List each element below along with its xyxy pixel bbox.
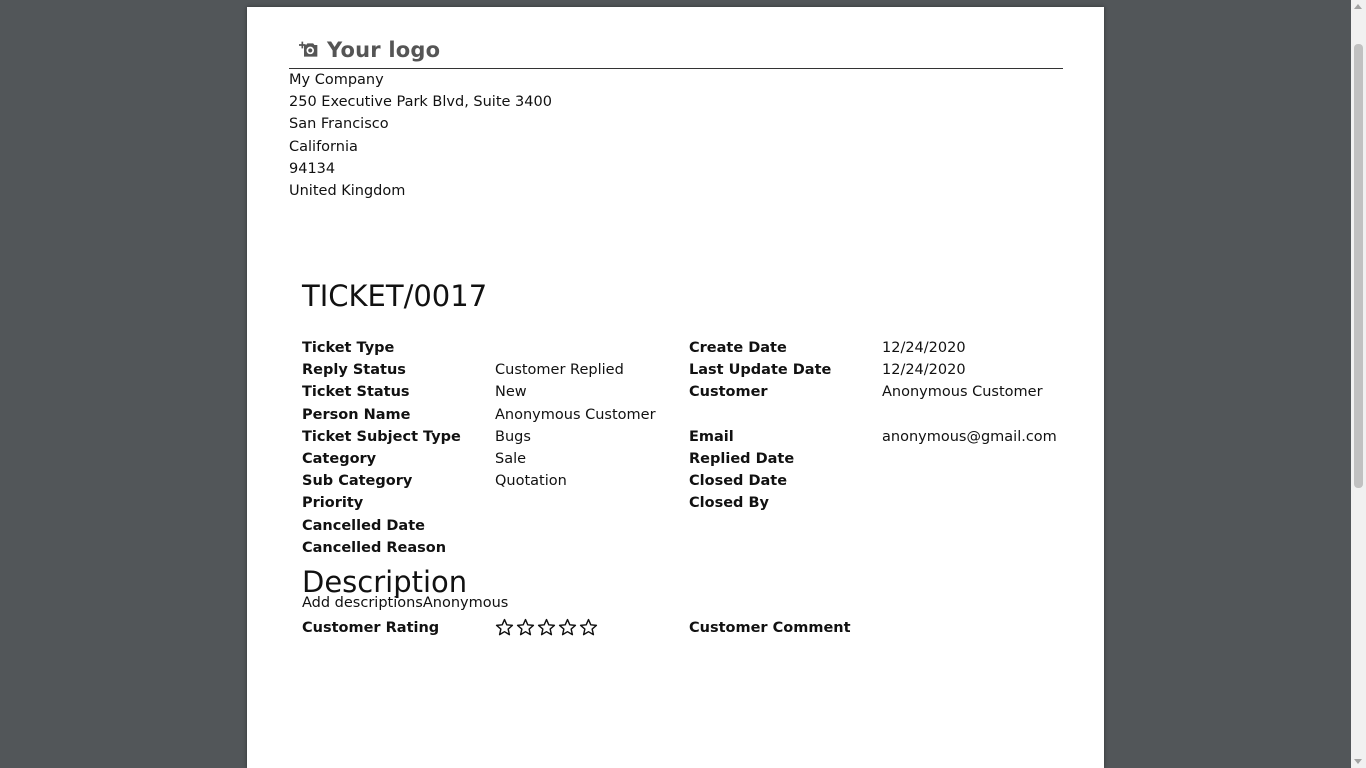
category-label: Category: [302, 450, 377, 467]
email-label: Email: [689, 428, 734, 445]
star-icon[interactable]: [579, 618, 600, 638]
customer-label: Customer: [689, 384, 768, 401]
scrollbar[interactable]: [1351, 0, 1366, 768]
email-value: anonymous@gmail.com: [882, 428, 1057, 445]
closed-by-label: Closed By: [689, 495, 769, 512]
company-state: California: [289, 138, 358, 155]
description-text: Add descriptionsAnonymous: [302, 595, 509, 611]
category-value: Sale: [495, 450, 527, 467]
subject-type-label: Ticket Subject Type: [302, 428, 461, 445]
create-date-value: 12/24/2020: [882, 340, 966, 356]
ticket-number: TICKET/0017: [302, 279, 488, 313]
sub-category-value: Quotation: [495, 473, 567, 490]
sub-category-label: Sub Category: [302, 473, 413, 490]
star-icon[interactable]: [558, 618, 579, 638]
scroll-down-icon[interactable]: [1354, 759, 1362, 764]
company-country: United Kingdom: [289, 183, 406, 200]
person-name-value: Anonymous Customer: [495, 406, 656, 423]
subject-type-value: Bugs: [495, 428, 531, 445]
star-icon[interactable]: [516, 618, 537, 638]
priority-label: Priority: [302, 495, 364, 512]
replied-date-label: Replied Date: [689, 450, 795, 467]
last-update-date-label: Last Update Date: [689, 362, 832, 379]
company-address: My Company 250 Executive Park Blvd, Suit…: [289, 69, 552, 202]
company-name: My Company: [289, 72, 384, 88]
create-date-label: Create Date: [689, 340, 787, 356]
scroll-up-icon[interactable]: [1354, 4, 1362, 9]
last-update-date-value: 12/24/2020: [882, 362, 966, 379]
company-street: 250 Executive Park Blvd, Suite 3400: [289, 94, 552, 111]
ticket-status-value: New: [495, 384, 527, 401]
camera-plus-icon: [299, 41, 318, 57]
rating-stars: [495, 618, 600, 638]
company-zip: 94134: [289, 160, 336, 177]
star-icon[interactable]: [537, 618, 558, 638]
closed-date-label: Closed Date: [689, 473, 788, 490]
ticket-status-label: Ticket Status: [302, 384, 410, 401]
ticket-type-label: Ticket Type: [302, 340, 395, 356]
scrollbar-thumb[interactable]: [1354, 44, 1363, 488]
customer-value: Anonymous Customer: [882, 384, 1043, 401]
cancelled-date-label: Cancelled Date: [302, 517, 425, 534]
cancelled-reason-label: Cancelled Reason: [302, 539, 447, 556]
customer-comment-label: Customer Comment: [689, 620, 851, 636]
company-city: San Francisco: [289, 116, 389, 133]
person-name-label: Person Name: [302, 406, 411, 423]
reply-status-value: Customer Replied: [495, 362, 624, 379]
reply-status-label: Reply Status: [302, 362, 406, 379]
customer-rating-label: Customer Rating: [302, 620, 440, 636]
rating-row: Customer Rating Customer Comment: [302, 617, 1062, 639]
report-page: Your logo My Company 250 Executive Park …: [247, 7, 1104, 768]
company-logo: Your logo: [299, 33, 440, 67]
description-heading: Description: [302, 565, 468, 599]
star-icon[interactable]: [495, 618, 516, 638]
logo-text: Your logo: [327, 38, 441, 62]
